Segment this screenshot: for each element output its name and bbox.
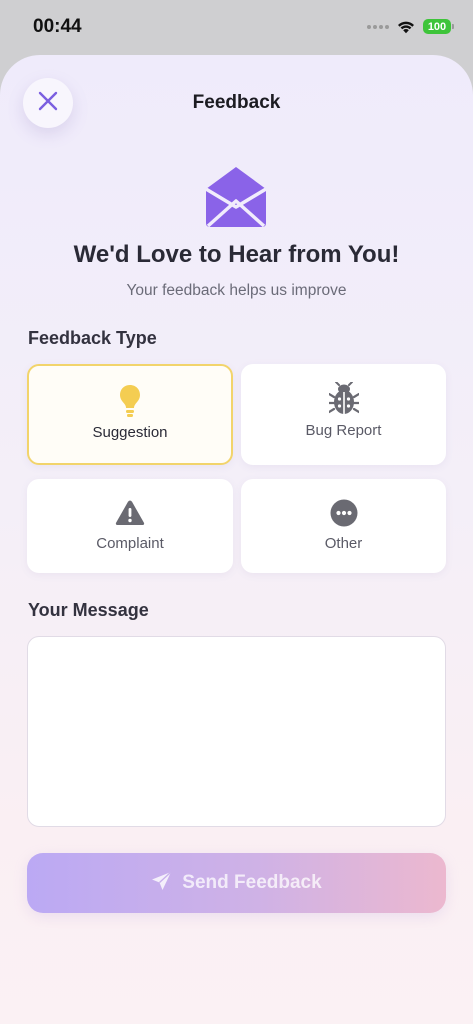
status-time: 00:44 bbox=[33, 16, 82, 37]
signal-dots-icon bbox=[367, 24, 389, 29]
hero-title: We'd Love to Hear from You! bbox=[73, 241, 400, 268]
feedback-type-bug-report[interactable]: Bug Report bbox=[241, 364, 446, 465]
send-feedback-label: Send Feedback bbox=[182, 872, 322, 893]
lightbulb-icon bbox=[119, 384, 141, 418]
page-title: Feedback bbox=[192, 92, 281, 113]
message-label: Your Message bbox=[28, 600, 149, 620]
status-bar: 00:44 100 bbox=[0, 0, 473, 55]
feedback-sheet: Feedback We'd Love to Hear from You! You… bbox=[0, 55, 473, 1024]
battery-icon: 100 bbox=[423, 19, 454, 34]
feedback-type-complaint[interactable]: Complaint bbox=[27, 479, 233, 573]
wifi-icon bbox=[397, 20, 415, 34]
envelope-open-icon bbox=[203, 165, 269, 229]
message-input[interactable] bbox=[27, 636, 446, 827]
warning-icon bbox=[115, 496, 145, 530]
feedback-type-label: Feedback Type bbox=[28, 328, 157, 348]
send-feedback-button[interactable]: Send Feedback bbox=[27, 853, 446, 913]
bug-icon bbox=[328, 382, 359, 416]
feedback-type-suggestion[interactable]: Suggestion bbox=[27, 364, 233, 465]
feedback-type-label-complaint: Complaint bbox=[96, 535, 164, 552]
feedback-type-label-other: Other bbox=[324, 535, 363, 552]
paper-plane-icon bbox=[151, 870, 172, 896]
status-icons: 100 bbox=[367, 19, 454, 34]
more-dots-icon bbox=[330, 496, 358, 530]
feedback-type-other[interactable]: Other bbox=[241, 479, 446, 573]
feedback-type-label-bug-report: Bug Report bbox=[305, 422, 382, 439]
hero-subtitle: Your feedback helps us improve bbox=[126, 282, 347, 299]
feedback-type-label-suggestion: Suggestion bbox=[92, 424, 168, 441]
